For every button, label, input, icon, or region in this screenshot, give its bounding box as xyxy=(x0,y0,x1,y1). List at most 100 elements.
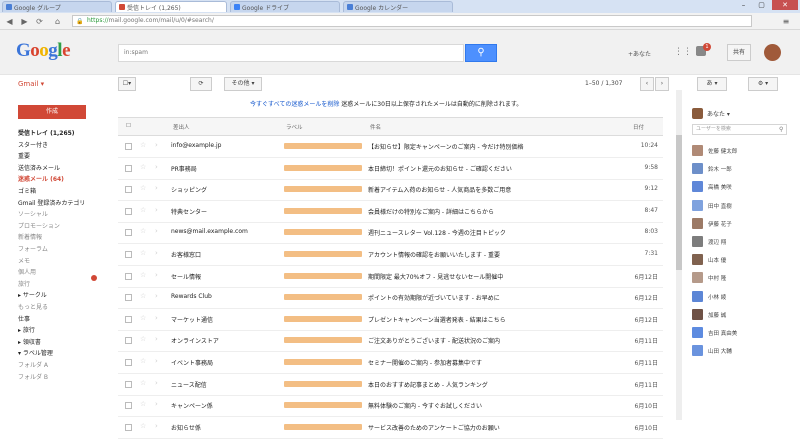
sidebar-item[interactable]: フォーラム xyxy=(18,244,48,253)
settings-button[interactable]: ⚙ ▾ xyxy=(748,77,778,91)
sidebar-item[interactable]: ▾ ラベル管理 xyxy=(18,348,53,357)
row-checkbox[interactable] xyxy=(125,229,132,237)
share-button[interactable]: 共有 xyxy=(727,44,751,61)
importance-marker-icon[interactable]: › xyxy=(155,206,158,214)
message-row[interactable]: ☆ › マーケット通信 プレゼントキャンペーン当選者発表 - 結果はこちら 6月12日 xyxy=(118,309,663,331)
scrollbar-thumb[interactable] xyxy=(676,135,682,270)
sidebar-item[interactable]: スター付き xyxy=(18,140,48,149)
message-row[interactable]: ☆ › ニュース配信 本日のおすすめ記事まとめ - 人気ランキング 6月11日 xyxy=(118,374,663,396)
message-row[interactable]: ☆ › ショッピング 新着アイテム入荷のお知らせ - 人気商品を多数ご用意 9:12 xyxy=(118,179,663,202)
sidebar-item[interactable]: Gmail 登録済みカテゴリ xyxy=(18,198,85,207)
star-icon[interactable]: ☆ xyxy=(140,357,146,365)
home-icon[interactable]: ⌂ xyxy=(52,16,63,27)
account-avatar[interactable] xyxy=(764,44,781,61)
user-name-link[interactable]: +あなた xyxy=(628,49,651,58)
star-icon[interactable]: ☆ xyxy=(140,335,146,343)
compose-button[interactable]: 作成 xyxy=(18,105,86,119)
chat-self-avatar[interactable] xyxy=(692,108,703,119)
importance-marker-icon[interactable]: › xyxy=(155,379,158,387)
importance-marker-icon[interactable]: › xyxy=(155,141,158,149)
sidebar-item[interactable]: 旅行 xyxy=(18,279,30,288)
message-row[interactable]: ☆ › PR事務局 本日締切！ポイント還元のお知らせ - ご確認ください 9:58 xyxy=(118,158,663,180)
importance-marker-icon[interactable]: › xyxy=(155,422,158,430)
star-icon[interactable]: ☆ xyxy=(140,400,146,408)
sidebar-item[interactable]: ▸ 旅行 xyxy=(18,325,35,334)
maximize-window-button[interactable]: ▢ xyxy=(753,0,770,10)
sidebar-item[interactable]: ▸ 領収書 xyxy=(18,337,41,346)
sidebar-item[interactable]: 受信トレイ (1,265) xyxy=(18,128,75,137)
star-icon[interactable]: ☆ xyxy=(140,422,146,430)
input-tools-button[interactable]: あ ▾ xyxy=(697,77,727,91)
star-icon[interactable]: ☆ xyxy=(140,292,146,300)
close-window-button[interactable]: ✕ xyxy=(772,0,798,10)
star-icon[interactable]: ☆ xyxy=(140,184,146,192)
message-row[interactable]: ☆ › Rewards Club ポイントの有効期限が近づいています - お早めに 6月… xyxy=(118,287,663,310)
row-checkbox[interactable] xyxy=(125,380,132,388)
star-icon[interactable]: ☆ xyxy=(140,271,146,279)
row-checkbox[interactable] xyxy=(125,294,132,302)
sidebar-item[interactable]: 迷惑メール (64) xyxy=(18,174,64,183)
minimize-window-button[interactable]: – xyxy=(735,0,752,10)
delete-all-spam-link[interactable]: 今すぐすべての迷惑メールを削除 xyxy=(250,101,339,108)
message-row[interactable]: ☆ › news@mail.example.com 週刊ニュースレター Vol.128… xyxy=(118,222,663,245)
sidebar-item[interactable]: プロモーション xyxy=(18,221,60,230)
star-icon[interactable]: ☆ xyxy=(140,163,146,171)
search-input[interactable]: in:spam xyxy=(118,44,464,62)
google-logo[interactable]: Google xyxy=(16,40,70,62)
sidebar-item[interactable]: フォルダ A xyxy=(18,360,48,369)
search-button[interactable]: ⚲ xyxy=(465,44,497,62)
select-checkbox-button[interactable]: ☐▾ xyxy=(118,77,136,91)
browser-tab[interactable]: Google ドライブ xyxy=(230,1,340,12)
browser-tab-active[interactable]: 受信トレイ (1,265) xyxy=(115,1,227,12)
reload-icon[interactable]: ⟳ xyxy=(34,16,45,27)
forward-icon[interactable]: ▶ xyxy=(19,16,30,27)
importance-marker-icon[interactable]: › xyxy=(155,271,158,279)
message-row[interactable]: ☆ › info@example.jp 【お知らせ】限定キャンペーンのご案内 - 今だ… xyxy=(118,136,663,158)
row-checkbox[interactable] xyxy=(125,143,132,150)
message-row[interactable]: ☆ › イベント事務局 セミナー開催のご案内 - 参加者募集中です 6月11日 xyxy=(118,352,663,374)
message-row[interactable]: ☆ › キャンペーン係 無料体験のご案内 - 今すぐお試しください 6月10日 xyxy=(118,395,663,418)
sidebar-item[interactable]: ▸ サークル xyxy=(18,290,47,299)
sidebar-item[interactable]: ゴミ箱 xyxy=(18,186,36,195)
select-all-checkbox[interactable]: ☐ xyxy=(126,123,131,129)
row-checkbox[interactable] xyxy=(125,315,132,323)
message-row[interactable]: ☆ › オンラインストア ご注文ありがとうございます - 配送状況のご案内 6月11日 xyxy=(118,330,663,353)
row-checkbox[interactable] xyxy=(125,164,132,172)
importance-marker-icon[interactable]: › xyxy=(155,292,158,300)
browser-tab[interactable]: Google グループ xyxy=(2,1,112,12)
newer-page-button[interactable]: ‹ xyxy=(640,77,654,91)
importance-marker-icon[interactable]: › xyxy=(155,227,158,235)
star-icon[interactable]: ☆ xyxy=(140,379,146,387)
row-checkbox[interactable] xyxy=(125,359,132,366)
sidebar-item[interactable]: 新着情報 xyxy=(18,232,42,241)
star-icon[interactable]: ☆ xyxy=(140,249,146,257)
row-checkbox[interactable] xyxy=(125,272,132,280)
importance-marker-icon[interactable]: › xyxy=(155,184,158,192)
row-checkbox[interactable] xyxy=(125,402,132,410)
more-button[interactable]: その他 ▾ xyxy=(224,77,262,91)
sidebar-item[interactable]: 仕事 xyxy=(18,314,30,323)
row-checkbox[interactable] xyxy=(125,423,132,431)
star-icon[interactable]: ☆ xyxy=(140,314,146,322)
importance-marker-icon[interactable]: › xyxy=(155,357,158,365)
row-checkbox[interactable] xyxy=(125,251,132,258)
browser-menu-icon[interactable]: ≡ xyxy=(780,16,792,27)
importance-marker-icon[interactable]: › xyxy=(155,249,158,257)
row-checkbox[interactable] xyxy=(125,186,132,194)
sidebar-item[interactable]: メモ xyxy=(18,256,30,265)
sidebar-item[interactable]: 重要 xyxy=(18,151,30,160)
sidebar-item[interactable]: 個人用 xyxy=(18,267,36,276)
sidebar-item[interactable]: 送信済みメール xyxy=(18,163,60,172)
message-row[interactable]: ☆ › お客様窓口 アカウント情報の確認をお願いいたします - 重要 7:31 xyxy=(118,244,663,266)
chat-search-input[interactable]: ユーザーを検索 ⚲ xyxy=(692,124,787,135)
browser-tab[interactable]: Google カレンダー xyxy=(343,1,453,12)
importance-marker-icon[interactable]: › xyxy=(155,400,158,408)
importance-marker-icon[interactable]: › xyxy=(155,314,158,322)
url-field[interactable]: 🔒 https://mail.google.com/mail/u/0/#sear… xyxy=(72,15,752,27)
chat-self-name[interactable]: あなた ▾ xyxy=(707,109,730,118)
older-page-button[interactable]: › xyxy=(655,77,669,91)
scrollbar[interactable] xyxy=(676,90,682,420)
row-checkbox[interactable] xyxy=(125,337,132,345)
star-icon[interactable]: ☆ xyxy=(140,206,146,214)
importance-marker-icon[interactable]: › xyxy=(155,335,158,343)
